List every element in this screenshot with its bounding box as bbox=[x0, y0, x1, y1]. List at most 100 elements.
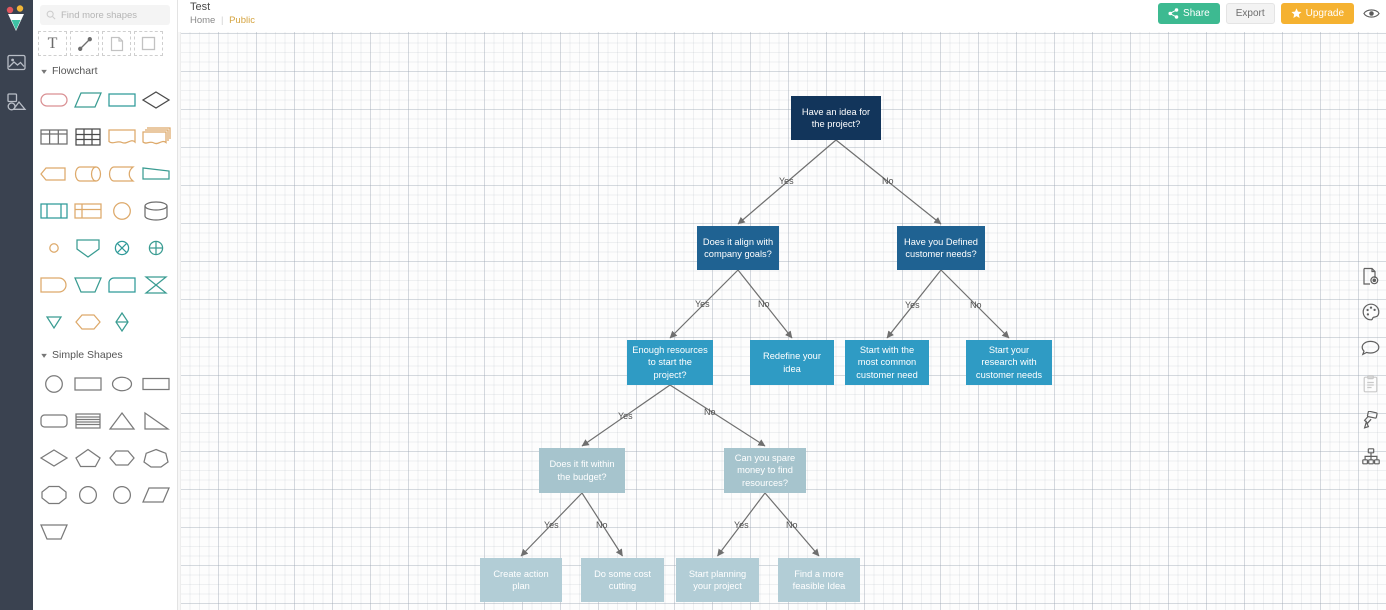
flow-node[interactable]: Does it align with company goals? bbox=[697, 226, 779, 270]
table-3col-icon bbox=[40, 128, 68, 145]
shape-connector-circle[interactable] bbox=[105, 192, 139, 229]
flow-node[interactable]: Have you Defined customer needs? bbox=[897, 226, 985, 270]
format-painter-button[interactable] bbox=[1360, 409, 1382, 431]
flow-node[interactable]: Can you spare money to find resources? bbox=[724, 448, 806, 493]
layout-tree-button[interactable] bbox=[1360, 445, 1382, 467]
rail-item-shapes[interactable] bbox=[4, 89, 30, 115]
flow-node[interactable]: Find a more feasible Idea bbox=[778, 558, 860, 602]
note-tool[interactable] bbox=[102, 31, 131, 56]
document-title[interactable]: Test bbox=[190, 1, 210, 13]
flow-edge-label: Yes bbox=[734, 520, 749, 530]
shape-manual-input-trapezoid[interactable] bbox=[71, 266, 105, 303]
shape-hourglass-sort[interactable] bbox=[139, 266, 173, 303]
shape-or-junction[interactable] bbox=[139, 229, 173, 266]
shape-circle[interactable] bbox=[37, 365, 71, 402]
shape-hexagon[interactable] bbox=[105, 439, 139, 476]
section-header-simple-shapes[interactable]: ▾ Simple Shapes bbox=[33, 340, 177, 365]
shape-rounded-top-rect[interactable] bbox=[105, 266, 139, 303]
flow-node[interactable]: Start with the most common customer need bbox=[845, 340, 929, 385]
search-input[interactable] bbox=[61, 9, 164, 21]
flow-node[interactable]: Redefine your idea bbox=[750, 340, 834, 385]
terminator-icon bbox=[40, 92, 68, 107]
flow-edge-label: No bbox=[970, 300, 982, 310]
merge-diamond-icon bbox=[115, 311, 129, 332]
breadcrumb-home[interactable]: Home bbox=[190, 15, 215, 26]
shape-striped-table[interactable] bbox=[71, 402, 105, 439]
shape-preparation-hexagon[interactable] bbox=[37, 155, 71, 192]
flow-node-label: Create action plan bbox=[493, 568, 549, 592]
shape-terminator[interactable] bbox=[37, 81, 71, 118]
shape-parallelogram[interactable] bbox=[139, 476, 173, 513]
shape-summing-junction[interactable] bbox=[105, 229, 139, 266]
shape-nonagon[interactable] bbox=[71, 476, 105, 513]
shape-pentagon[interactable] bbox=[71, 439, 105, 476]
shape-database-cylinder[interactable] bbox=[139, 192, 173, 229]
shape-hexagon-flat[interactable] bbox=[71, 303, 105, 340]
shape-delay[interactable] bbox=[37, 266, 71, 303]
comments-button[interactable] bbox=[1360, 337, 1382, 359]
shape-table-grid[interactable] bbox=[71, 118, 105, 155]
preparation-hexagon-icon bbox=[40, 166, 66, 181]
container-tool[interactable] bbox=[134, 31, 163, 56]
top-header-bar: Test Home | Public Share Export Upgrade bbox=[178, 0, 1386, 32]
flow-node[interactable]: Enough resources to start the project? bbox=[627, 340, 713, 385]
upgrade-button[interactable]: Upgrade bbox=[1280, 3, 1354, 24]
shape-right-triangle[interactable] bbox=[139, 402, 173, 439]
flow-node[interactable]: Do some cost cutting bbox=[581, 558, 664, 602]
delay-icon bbox=[40, 276, 67, 293]
shape-heptagon[interactable] bbox=[139, 439, 173, 476]
preview-button[interactable] bbox=[1360, 3, 1382, 24]
shape-diamond[interactable] bbox=[37, 439, 71, 476]
flow-node[interactable]: Does it fit within the budget? bbox=[539, 448, 625, 493]
document-settings-button[interactable] bbox=[1360, 265, 1382, 287]
flow-node-label: Enough resources to start the project? bbox=[632, 344, 708, 380]
shape-search-box[interactable] bbox=[40, 5, 170, 25]
shape-small-connector[interactable] bbox=[37, 229, 71, 266]
flow-node[interactable]: Start your research with customer needs bbox=[966, 340, 1052, 385]
shape-triangle[interactable] bbox=[105, 402, 139, 439]
shape-direct-access-storage[interactable] bbox=[71, 155, 105, 192]
shape-octagon[interactable] bbox=[37, 476, 71, 513]
shape-decagon[interactable] bbox=[105, 476, 139, 513]
line-tool[interactable] bbox=[70, 31, 99, 56]
shape-merge-diamond[interactable] bbox=[105, 303, 139, 340]
canvas-area[interactable]: Have an idea for the project? Does it ali… bbox=[178, 32, 1386, 610]
shape-process-rectangle[interactable] bbox=[105, 81, 139, 118]
shape-trapezoid[interactable] bbox=[37, 513, 71, 550]
shape-card[interactable] bbox=[71, 192, 105, 229]
rectangle-icon bbox=[142, 377, 170, 390]
shape-document[interactable] bbox=[105, 118, 139, 155]
breadcrumb-public[interactable]: Public bbox=[229, 15, 255, 26]
share-button[interactable]: Share bbox=[1158, 3, 1220, 24]
text-tool[interactable]: T bbox=[38, 31, 67, 56]
shape-data-parallelogram[interactable] bbox=[71, 81, 105, 118]
shape-internal-storage[interactable] bbox=[37, 192, 71, 229]
notes-button[interactable] bbox=[1360, 373, 1382, 395]
shape-multi-document[interactable] bbox=[139, 118, 173, 155]
shape-square[interactable] bbox=[71, 365, 105, 402]
rail-item-images[interactable] bbox=[4, 49, 30, 75]
hierarchy-icon bbox=[1361, 447, 1380, 464]
shape-manual-operation-shield[interactable] bbox=[71, 229, 105, 266]
square-icon bbox=[74, 376, 102, 391]
shape-trapezoid-right[interactable] bbox=[139, 155, 173, 192]
shape-ellipse[interactable] bbox=[105, 365, 139, 402]
shape-stored-data[interactable] bbox=[105, 155, 139, 192]
app-logo[interactable] bbox=[4, 5, 30, 35]
section-header-flowchart[interactable]: ▾ Flowchart bbox=[33, 56, 177, 81]
flow-node-label: Start planning your project bbox=[688, 568, 747, 592]
flow-node[interactable]: Have an idea for the project? bbox=[791, 96, 881, 140]
flow-node[interactable]: Start planning your project bbox=[676, 558, 759, 602]
shape-decision-diamond[interactable] bbox=[139, 81, 173, 118]
shape-rectangle[interactable] bbox=[139, 365, 173, 402]
flow-node-label: Have an idea for the project? bbox=[801, 106, 871, 130]
shape-table-3col[interactable] bbox=[37, 118, 71, 155]
shape-rounded-rectangle[interactable] bbox=[37, 402, 71, 439]
export-button[interactable]: Export bbox=[1225, 3, 1275, 24]
flow-edge-label: Yes bbox=[695, 299, 710, 309]
multi-document-icon bbox=[142, 126, 171, 144]
shape-small-triangle-down[interactable] bbox=[37, 303, 71, 340]
right-tool-rail bbox=[1355, 265, 1386, 467]
flow-node[interactable]: Create action plan bbox=[480, 558, 562, 602]
theme-colors-button[interactable] bbox=[1360, 301, 1382, 323]
